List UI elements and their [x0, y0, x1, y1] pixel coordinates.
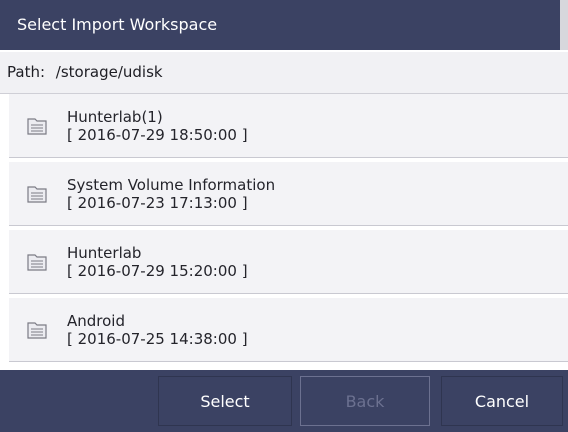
file-date: [ 2016-07-23 17:13:00 ] — [67, 194, 248, 212]
folder-icon — [26, 183, 48, 205]
file-list: Hunterlab(1) [ 2016-07-29 18:50:00 ] Sys… — [0, 94, 568, 366]
cancel-button[interactable]: Cancel — [441, 376, 563, 426]
path-label: Path: — [7, 63, 46, 81]
file-row[interactable]: System Volume Information [ 2016-07-23 1… — [9, 162, 568, 226]
path-bar: Path: /storage/udisk — [0, 52, 568, 94]
select-button[interactable]: Select — [158, 376, 292, 426]
file-row[interactable]: Hunterlab [ 2016-07-29 15:20:00 ] — [9, 230, 568, 294]
button-bar: Select Back Cancel — [0, 370, 568, 432]
folder-icon — [26, 115, 48, 137]
import-workspace-dialog: Select Import Workspace Path: /storage/u… — [0, 0, 568, 432]
file-name: System Volume Information — [67, 176, 276, 194]
folder-icon — [26, 251, 48, 273]
file-date: [ 2016-07-25 14:38:00 ] — [67, 330, 248, 348]
dialog-title: Select Import Workspace — [0, 0, 568, 50]
file-row[interactable]: Hunterlab(1) [ 2016-07-29 18:50:00 ] — [9, 94, 568, 158]
back-button[interactable]: Back — [300, 376, 430, 426]
file-name: Hunterlab(1) — [67, 108, 163, 126]
path-value: /storage/udisk — [55, 63, 163, 81]
file-date: [ 2016-07-29 15:20:00 ] — [67, 262, 248, 280]
folder-icon — [26, 319, 48, 341]
file-date: [ 2016-07-29 18:50:00 ] — [67, 126, 248, 144]
file-row[interactable]: Android [ 2016-07-25 14:38:00 ] — [9, 298, 568, 362]
file-name: Hunterlab — [67, 244, 142, 262]
file-name: Android — [67, 312, 125, 330]
